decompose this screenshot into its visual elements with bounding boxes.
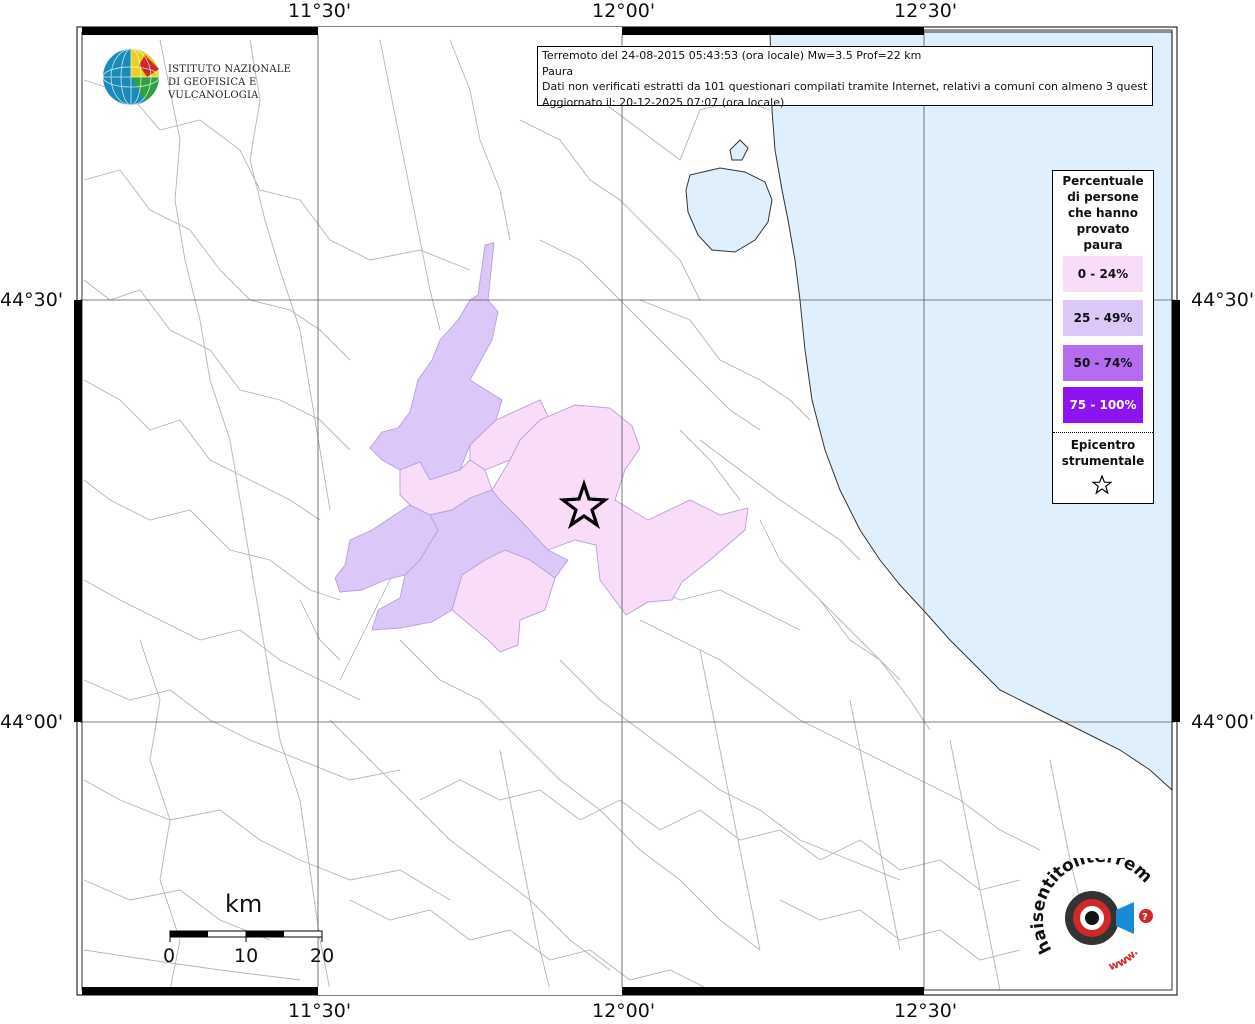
scale-tick-0: 0 <box>163 945 176 967</box>
lat-label-left-2: 44°00' <box>0 711 64 733</box>
lagoon-inlet <box>729 139 749 161</box>
legend-divider <box>1053 432 1153 433</box>
ingv-line-2: DI GEOFISICA E VULCANOLOGIA <box>168 77 259 101</box>
star-icon <box>1092 475 1112 495</box>
lat-label-right-1: 44°30' <box>1191 289 1255 311</box>
legend-epicenter-line: Epicentro <box>1070 438 1136 452</box>
legend-epicenter-label: Epicentro strumentale <box>1053 437 1153 469</box>
legend-class-25-49: 25 - 49% <box>1063 300 1143 336</box>
lon-label-top-3: 12°30' <box>894 0 958 22</box>
haisentito-www: www. <box>1107 946 1141 973</box>
legend-title-line: di persone <box>1067 190 1139 204</box>
lon-label-bottom-2: 12°00' <box>592 1000 656 1022</box>
felt-comuni <box>334 242 749 653</box>
scale-unit: km <box>225 890 263 918</box>
svg-text:?: ? <box>1142 912 1148 923</box>
ingv-line-1: ISTITUTO NAZIONALE <box>168 64 292 75</box>
legend-title-line: paura <box>1083 238 1123 252</box>
lon-label-top-2: 12°00' <box>592 0 656 22</box>
scale-tick-10: 10 <box>234 945 259 967</box>
ingv-logo: ISTITUTO NAZIONALE DI GEOFISICA E VULCAN… <box>101 47 311 109</box>
legend-title-line: Percentuale <box>1062 174 1144 188</box>
legend-title-line: provato <box>1076 222 1130 236</box>
legend-title-line: che hanno <box>1068 206 1138 220</box>
event-title: Terremoto del 24-08-2015 05:43:53 (ora l… <box>542 49 922 62</box>
lon-label-bottom-3: 12°30' <box>894 1000 958 1022</box>
legend-epicenter-line: strumentale <box>1061 454 1145 468</box>
svg-text:www.: www. <box>1107 946 1141 973</box>
legend-class-75-100: 75 - 100% <box>1063 387 1143 423</box>
ingv-globe-icon <box>102 48 160 106</box>
data-note: Dati non verificati estratti da 101 ques… <box>542 80 1148 93</box>
lat-label-right-2: 44°00' <box>1191 711 1255 733</box>
scale-tick-20: 20 <box>310 945 335 967</box>
legend-title: Percentuale di persone che hanno provato… <box>1053 171 1153 253</box>
valli-di-comacchio <box>685 167 773 253</box>
legend-class-50-74: 50 - 74% <box>1063 345 1143 381</box>
haisentito-emblem: haisentitoilterremoto.it www. ? <box>1024 843 1156 973</box>
parameter-label: Paura <box>542 64 574 78</box>
event-info-box: Terremoto del 24-08-2015 05:43:53 (ora l… <box>537 46 1153 109</box>
lat-label-left-1: 44°30' <box>0 289 64 311</box>
scale-bar: km 0 10 20 <box>162 890 342 980</box>
legend-class-0-24: 0 - 24% <box>1063 256 1143 292</box>
haisentito-logo: haisentitoilterremoto.it www. ? <box>1024 843 1180 978</box>
updated-timestamp: Aggiornato il: 20-12-2025 07:07 (ora loc… <box>542 95 785 109</box>
lon-label-bottom-1: 11°30' <box>288 1000 352 1022</box>
legend: Percentuale di persone che hanno provato… <box>1052 170 1154 504</box>
lon-label-top-1: 11°30' <box>288 0 352 22</box>
